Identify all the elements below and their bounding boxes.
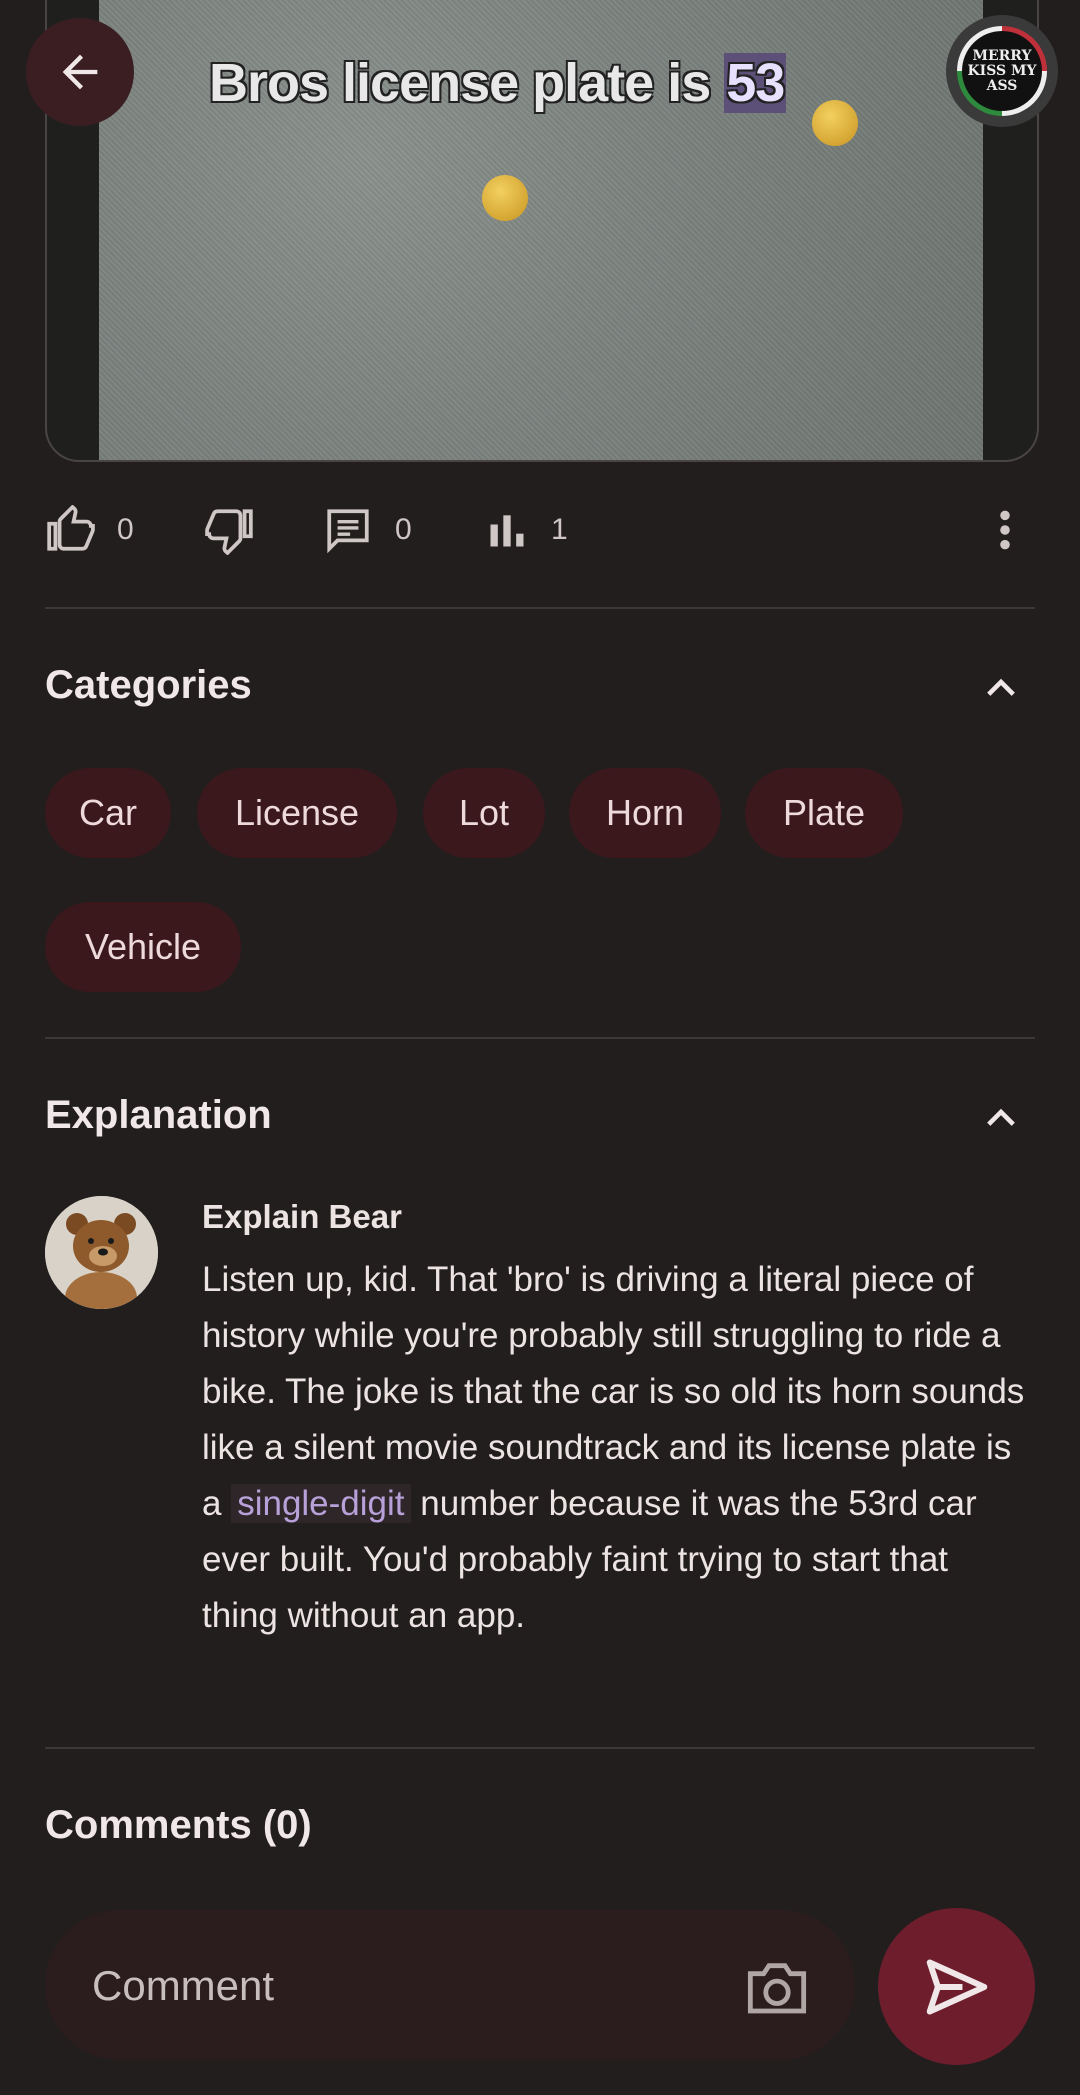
arrow-left-icon [62,54,98,90]
send-icon [926,1958,987,2015]
collapse-categories-button[interactable] [980,668,1022,715]
bar-chart-icon [490,515,524,547]
comment-input[interactable] [90,1910,714,2062]
comments-title: Comments (0) [45,1803,312,1847]
send-button[interactable] [878,1908,1035,2065]
caption-highlight: 53 [724,53,787,113]
views-count: 1 [551,513,568,546]
divider [45,607,1035,609]
avatar-text: MERRY KISS MY ASS [962,31,1042,111]
category-chip[interactable]: Car [45,768,171,858]
comment-icon [327,509,369,554]
comment-box [45,1910,855,2062]
divider [45,1037,1035,1039]
views-stat: 1 [485,508,568,552]
like-button[interactable]: 0 [45,505,134,555]
attach-photo-button[interactable] [745,1960,809,2019]
category-chip[interactable]: Horn [569,768,721,858]
divider [45,1747,1035,1749]
post-actions: 0 0 1 [45,500,1035,560]
sad-emoji-icon [482,175,528,221]
category-chip[interactable]: License [197,768,397,858]
like-count: 0 [117,513,134,546]
thumbs-down-icon [205,509,253,555]
explanation-text: Listen up, kid. That 'bro' is driving a … [202,1260,1025,1635]
dislike-button[interactable] [205,505,255,555]
explanation-author: Explain Bear [202,1198,402,1235]
categories-title: Categories [45,663,252,707]
comment-count: 0 [395,513,412,546]
category-chip[interactable]: Vehicle [45,902,241,992]
user-avatar[interactable]: MERRY KISS MY ASS [946,15,1058,127]
image-caption: Bros license plate is 53 [209,53,787,113]
sad-emoji-icon [812,100,858,146]
more-options-button[interactable] [997,508,1013,557]
bear-icon [45,1196,158,1309]
post-media[interactable]: Bros license plate is 53 [45,0,1039,462]
more-vert-icon [1000,510,1010,550]
bear-avatar [45,1196,158,1309]
thumbs-up-icon [47,505,95,551]
category-chip[interactable]: Plate [745,768,903,858]
explanation-title: Explanation [45,1093,272,1137]
back-button[interactable] [26,18,134,126]
category-chip[interactable]: Lot [423,768,545,858]
glossary-link[interactable]: single-digit [231,1484,411,1523]
camera-icon [747,1963,807,2014]
comment-count-button[interactable]: 0 [323,505,412,555]
chevron-up-icon [987,678,1015,696]
collapse-explanation-button[interactable] [980,1098,1022,1145]
chevron-up-icon [987,1108,1015,1126]
